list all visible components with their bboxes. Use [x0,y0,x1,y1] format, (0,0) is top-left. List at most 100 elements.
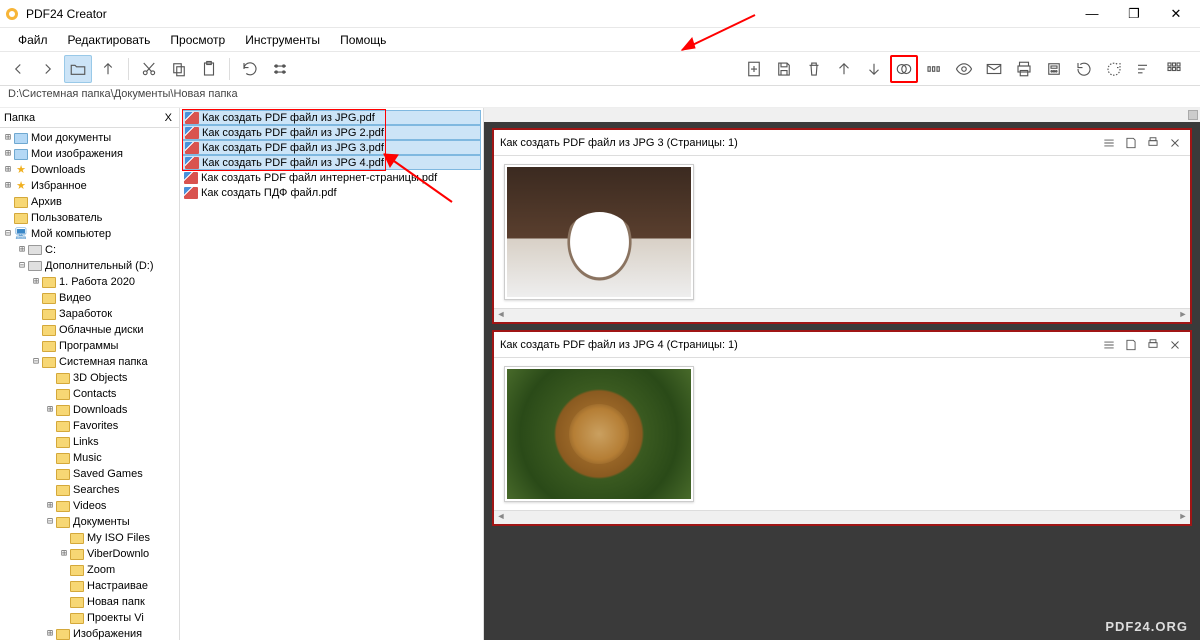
tree-node[interactable]: 3D Objects [0,370,179,386]
back-button[interactable] [4,55,32,83]
tree-node[interactable]: Проекты Vi [0,610,179,626]
doc-scrollbar[interactable]: ◄► [494,510,1190,524]
forward-button[interactable] [34,55,62,83]
rotate-right-button[interactable] [1100,55,1128,83]
file-item[interactable]: Как создать PDF файл интернет-страницы.p… [182,170,481,185]
paste-button[interactable] [195,55,223,83]
menu-file[interactable]: Файл [8,30,58,50]
folder-icon [56,517,70,528]
menu-tools[interactable]: Инструменты [235,30,330,50]
tree-label: Favorites [73,418,118,434]
folder-icon [42,325,56,336]
file-item[interactable]: Как создать PDF файл из JPG 3.pdf [182,140,481,155]
file-item[interactable]: Как создать PDF файл из JPG 4.pdf [182,155,481,170]
sort-button[interactable] [1130,55,1158,83]
file-name: Как создать PDF файл интернет-страницы.p… [201,172,437,184]
tree-node[interactable]: Searches [0,482,179,498]
maximize-button[interactable]: ❐ [1114,2,1154,26]
top-scrollbar[interactable] [484,108,1200,122]
file-item[interactable]: Как создать PDF файл из JPG.pdf [182,110,481,125]
close-icon[interactable] [1166,336,1184,354]
menu-icon[interactable] [1100,336,1118,354]
tree-node[interactable]: Заработок [0,306,179,322]
file-item[interactable]: Как создать PDF файл из JPG 2.pdf [182,125,481,140]
print-icon[interactable] [1144,336,1162,354]
tree-node[interactable]: Saved Games [0,466,179,482]
save-icon[interactable] [1122,134,1140,152]
minimize-button[interactable]: — [1072,2,1112,26]
tree-node[interactable]: Contacts [0,386,179,402]
tree-node[interactable]: Links [0,434,179,450]
preview-button[interactable] [950,55,978,83]
tree-node[interactable]: ⊞Videos [0,498,179,514]
file-name: Как создать PDF файл из JPG 2.pdf [202,127,384,139]
fax-button[interactable] [1040,55,1068,83]
tree-node[interactable]: ⊟Системная папка [0,354,179,370]
rotate-left-button[interactable] [1070,55,1098,83]
page-thumbnail[interactable] [504,366,694,502]
tree-node[interactable]: Настраивае [0,578,179,594]
tree-node[interactable]: Пользователь [0,210,179,226]
save-icon[interactable] [1122,336,1140,354]
close-button[interactable]: ✕ [1156,2,1196,26]
tree-node[interactable]: ⊞Мои изображения [0,146,179,162]
move-down-button[interactable] [860,55,888,83]
folder-icon [70,565,84,576]
tree-node[interactable]: My ISO Files [0,530,179,546]
folder-tree[interactable]: ⊞Мои документы⊞Мои изображения⊞★Download… [0,128,179,640]
doc-scrollbar[interactable]: ◄► [494,308,1190,322]
print-button[interactable] [1010,55,1038,83]
tree-node[interactable]: ⊞Изображения [0,626,179,640]
open-folder-button[interactable] [64,55,92,83]
copy-button[interactable] [165,55,193,83]
cut-button[interactable] [135,55,163,83]
new-doc-button[interactable] [740,55,768,83]
email-button[interactable] [980,55,1008,83]
tree-node[interactable]: ⊞Мои документы [0,130,179,146]
tree-node[interactable]: ⊟🖥Мой компьютер [0,226,179,242]
tree-node[interactable]: ⊞★Downloads [0,162,179,178]
tree-node[interactable]: Zoom [0,562,179,578]
menu-edit[interactable]: Редактировать [58,30,161,50]
tree-node[interactable]: ⊟Документы [0,514,179,530]
settings-button[interactable] [266,55,294,83]
move-up-button[interactable] [830,55,858,83]
tree-label: Downloads [31,162,85,178]
page-thumbnail[interactable] [504,164,694,300]
tree-label: ViberDownlo [87,546,149,562]
save-button[interactable] [770,55,798,83]
tree-label: Contacts [73,386,116,402]
folder-icon [42,277,56,288]
folder-icon [56,485,70,496]
tree-node[interactable]: ⊞ViberDownlo [0,546,179,562]
tree-node[interactable]: Архив [0,194,179,210]
tree-node[interactable]: Видео [0,290,179,306]
tree-node[interactable]: ⊟Дополнительный (D:) [0,258,179,274]
tree-node[interactable]: ⊞C: [0,242,179,258]
tree-node[interactable]: ⊞1. Работа 2020 [0,274,179,290]
grid-view-button[interactable] [1160,55,1188,83]
file-list[interactable]: Как создать PDF файл из JPG.pdf Как созда… [182,110,481,200]
tree-close-button[interactable]: X [162,112,175,124]
close-icon[interactable] [1166,134,1184,152]
tree-node[interactable]: Облачные диски [0,322,179,338]
tree-node[interactable]: ⊞Downloads [0,402,179,418]
tree-node[interactable]: Favorites [0,418,179,434]
refresh-button[interactable] [236,55,264,83]
tree-node[interactable]: ⊞★Избранное [0,178,179,194]
app-title: PDF24 Creator [26,7,1072,21]
delete-button[interactable] [800,55,828,83]
tree-node[interactable]: Программы [0,338,179,354]
menu-icon[interactable] [1100,134,1118,152]
menu-view[interactable]: Просмотр [160,30,235,50]
folder-icon [42,293,56,304]
up-level-button[interactable] [94,55,122,83]
tree-node[interactable]: Новая папк [0,594,179,610]
file-item[interactable]: Как создать ПДФ файл.pdf [182,185,481,200]
print-icon[interactable] [1144,134,1162,152]
merge-button[interactable] [890,55,918,83]
split-button[interactable] [920,55,948,83]
menu-help[interactable]: Помощь [330,30,396,50]
tree-node[interactable]: Music [0,450,179,466]
tree-label: Заработок [59,306,112,322]
